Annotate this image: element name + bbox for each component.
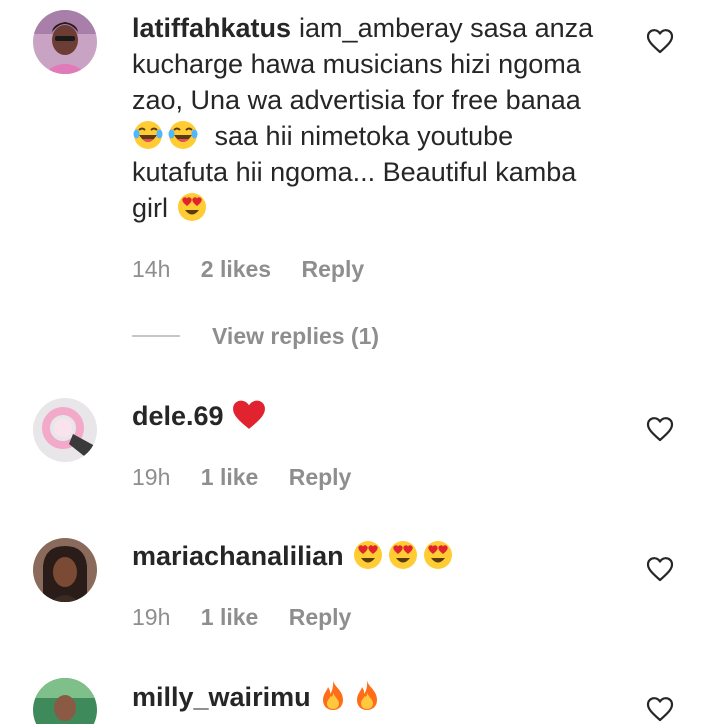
like-comment-button[interactable] <box>646 696 674 722</box>
comment-text: milly_wairimu <box>132 678 612 715</box>
like-comment-button[interactable] <box>646 556 674 582</box>
avatar[interactable] <box>33 678 97 724</box>
fire-emoji-icon <box>353 678 381 712</box>
view-replies-label: View replies (1) <box>212 322 380 349</box>
heart-outline-icon <box>646 416 674 442</box>
comment-time: 19h <box>132 464 171 490</box>
heart-outline-icon <box>646 556 674 582</box>
avatar[interactable] <box>33 538 97 602</box>
comment-meta: 19h 1 like Reply <box>132 604 375 631</box>
comment-line: saa hii nimetoka youtube <box>214 121 514 151</box>
comment-text: mariachanalilian <box>132 538 612 574</box>
comments-screen: latiffahkatus iam_amberay sasa anza kucha… <box>0 0 720 724</box>
likes-count[interactable]: 1 like <box>201 464 259 490</box>
fire-emoji-icon <box>319 678 347 712</box>
comment-line: zao, Una wa advertisia for free banaa <box>132 85 581 115</box>
heart-eyes-emoji-icon <box>176 191 208 223</box>
divider <box>132 335 180 337</box>
likes-count[interactable]: 1 like <box>201 604 259 630</box>
comment-meta: 19h 1 like Reply <box>132 464 375 491</box>
username[interactable]: milly_wairimu <box>132 682 311 712</box>
heart-eyes-emoji-icon <box>352 539 384 571</box>
heart-eyes-emoji-icon <box>422 539 454 571</box>
username[interactable]: latiffahkatus <box>132 13 291 43</box>
comment-line: girl <box>132 193 169 223</box>
avatar[interactable] <box>33 10 97 74</box>
reply-button[interactable]: Reply <box>289 604 352 630</box>
heart-eyes-emoji-icon <box>387 539 419 571</box>
heart-outline-icon <box>646 28 674 54</box>
red-heart-emoji-icon <box>232 399 266 431</box>
comment-line: iam_amberay sasa anza <box>299 13 594 43</box>
reply-button[interactable]: Reply <box>289 464 352 490</box>
reply-button[interactable]: Reply <box>302 256 365 282</box>
comment-line: kucharge hawa musicians hizi ngoma <box>132 49 581 79</box>
tears-of-joy-emoji-icon <box>132 119 164 151</box>
heart-outline-icon <box>646 696 674 722</box>
tears-of-joy-emoji-icon <box>167 119 199 151</box>
comment-text: dele.69 <box>132 398 612 434</box>
view-replies-button[interactable]: View replies (1) <box>132 322 379 350</box>
comment-line: kutafuta hii ngoma... Beautiful kamba <box>132 157 577 187</box>
comment-time: 19h <box>132 604 171 630</box>
like-comment-button[interactable] <box>646 416 674 442</box>
comment-time: 14h <box>132 256 171 282</box>
avatar[interactable] <box>33 398 97 462</box>
like-comment-button[interactable] <box>646 28 674 54</box>
comment-text: latiffahkatus iam_amberay sasa anza kucha… <box>132 10 612 226</box>
username[interactable]: mariachanalilian <box>132 541 344 571</box>
likes-count[interactable]: 2 likes <box>201 256 271 282</box>
username[interactable]: dele.69 <box>132 401 224 431</box>
comment-meta: 14h 2 likes Reply <box>132 256 388 283</box>
